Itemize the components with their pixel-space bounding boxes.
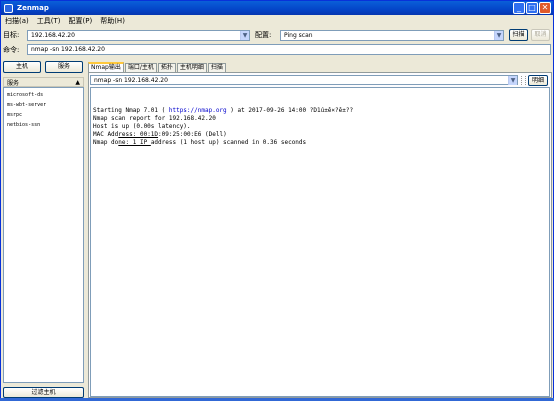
hosts-button[interactable]: 主机 — [3, 61, 41, 73]
chevron-down-icon[interactable]: ▼ — [240, 30, 249, 40]
output-line: Host is up (0.00s latency). — [93, 123, 191, 130]
tab-nmap-output[interactable]: Nmap输出 — [88, 62, 124, 72]
filter-hosts-button[interactable]: 过滤主机 — [3, 387, 84, 398]
output-line: Nmap scan report for 192.168.42.20 — [93, 115, 216, 122]
nmap-output-text[interactable]: Starting Nmap 7.01 ( https://nmap.org ) … — [90, 87, 550, 397]
services-list: microsoft-ds ms-wbt-server msrpc netbios… — [3, 87, 84, 383]
zenmap-window: Zenmap _ □ ✕ 扫描(a) 工具(T) 配置(P) 帮助(H) 目标:… — [0, 0, 554, 401]
tab-scans[interactable]: 扫描 — [207, 63, 226, 72]
menu-help[interactable]: 帮助(H) — [100, 16, 125, 26]
results-tabs: Nmap输出 端口/主机 拓扑 主机明细 扫描 — [88, 62, 552, 72]
nmap-url-link[interactable]: https://nmap.org — [169, 107, 227, 114]
services-column-header[interactable]: 服务 ▲ — [3, 77, 84, 87]
list-item[interactable]: netbios-ssn — [7, 120, 80, 130]
cancel-button[interactable]: 取消 — [531, 29, 550, 41]
title-bar[interactable]: Zenmap _ □ ✕ — [1, 1, 553, 15]
menu-scan[interactable]: 扫描(a) — [5, 16, 29, 26]
command-input[interactable]: nmap -sn 192.168.42.20 — [27, 44, 551, 55]
grip-handle[interactable] — [521, 76, 526, 85]
menu-bar: 扫描(a) 工具(T) 配置(P) 帮助(H) — [2, 15, 553, 27]
chevron-down-icon[interactable]: ▼ — [494, 30, 503, 40]
command-label: 命令: — [3, 45, 20, 54]
target-value: 192.168.42.20 — [31, 31, 75, 39]
services-button[interactable]: 服务 — [45, 61, 83, 73]
output-line: MAC Address: 00:1D:09:25:00:E6 (Dell) — [93, 131, 227, 138]
target-combo[interactable]: 192.168.42.20 ▼ — [27, 29, 250, 41]
target-label: 目标: — [3, 31, 20, 39]
output-line: Starting Nmap 7.01 ( https://nmap.org ) … — [93, 107, 354, 114]
scan-button[interactable]: 扫描 — [509, 29, 528, 41]
maximize-button[interactable]: □ — [526, 2, 538, 14]
left-panel: 主机 服务 服务 ▲ microsoft-ds ms-wbt-server ms… — [3, 61, 84, 398]
tab-ports-hosts[interactable]: 端口/主机 — [124, 63, 157, 72]
list-item[interactable]: msrpc — [7, 110, 80, 120]
menu-tools[interactable]: 工具(T) — [37, 16, 61, 26]
close-button[interactable]: ✕ — [539, 2, 551, 14]
profile-label: 配置: — [255, 31, 272, 39]
profile-combo[interactable]: Ping scan ▼ — [280, 29, 504, 41]
window-title: Zenmap — [17, 4, 49, 12]
minimize-button[interactable]: _ — [513, 2, 525, 14]
results-panel: Nmap输出 端口/主机 拓扑 主机明细 扫描 nmap -sn 192.168… — [88, 62, 552, 398]
zenmap-app-icon — [4, 3, 13, 13]
sort-up-icon: ▲ — [75, 78, 80, 86]
services-header-label: 服务 — [7, 79, 20, 87]
output-command-value: nmap -sn 192.168.42.20 — [94, 77, 168, 84]
list-item[interactable]: microsoft-ds — [7, 90, 80, 100]
output-line: Nmap done: 1 IP address (1 host up) scan… — [93, 139, 307, 146]
nmap-output-panel: nmap -sn 192.168.42.20 ▼ 明细 Starting Nma… — [88, 72, 552, 398]
list-item[interactable]: ms-wbt-server — [7, 100, 80, 110]
profile-value: Ping scan — [284, 31, 313, 39]
tab-topology[interactable]: 拓扑 — [157, 63, 176, 72]
chevron-down-icon[interactable]: ▼ — [508, 76, 517, 85]
details-button[interactable]: 明细 — [528, 75, 548, 86]
output-command-combo[interactable]: nmap -sn 192.168.42.20 ▼ — [90, 75, 518, 85]
tab-host-details[interactable]: 主机明细 — [176, 63, 207, 72]
menu-profile[interactable]: 配置(P) — [69, 16, 93, 26]
